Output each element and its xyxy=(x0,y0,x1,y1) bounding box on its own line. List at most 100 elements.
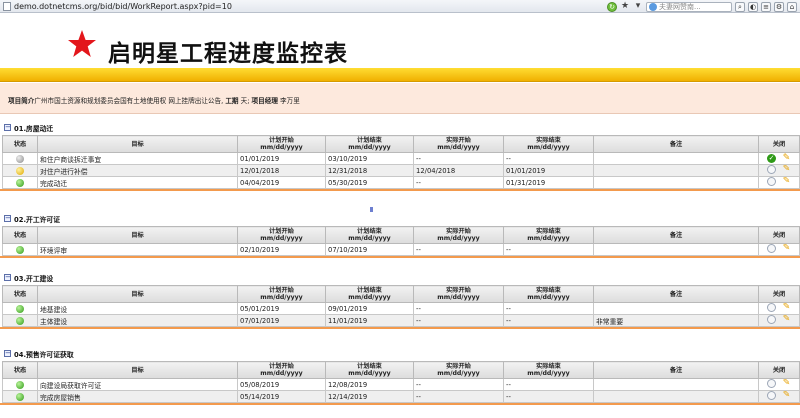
check-icon[interactable]: ✓ xyxy=(767,154,776,163)
status-green-icon xyxy=(16,304,24,313)
address-bar[interactable]: demo.dotnetcms.org/bid/bid/WorkReport.as… xyxy=(3,1,232,11)
edit-pencil-icon[interactable]: ✎ xyxy=(782,178,791,187)
collapse-toggle-icon[interactable]: − xyxy=(4,124,11,131)
section-separator xyxy=(0,189,800,191)
col-plan-start: 计划开始 mm/dd/yyyy xyxy=(237,361,326,379)
close-cell: ✎ xyxy=(758,302,800,315)
status-cell xyxy=(2,164,38,177)
edit-pencil-icon[interactable]: ✎ xyxy=(782,380,791,389)
edit-pencil-icon[interactable]: ✎ xyxy=(782,392,791,401)
collapse-toggle-icon[interactable]: − xyxy=(4,215,11,222)
col-plan-start-label: 计划开始 xyxy=(269,287,294,294)
close-circle-icon[interactable] xyxy=(767,303,776,312)
plan-end-cell: 12/31/2018 xyxy=(325,164,414,177)
search-engine-icon xyxy=(649,2,657,11)
col-close: 关闭 xyxy=(758,285,800,303)
duration-label: 工期 xyxy=(225,97,239,105)
address-url[interactable]: demo.dotnetcms.org/bid/bid/WorkReport.as… xyxy=(14,2,232,11)
date-format-label: mm/dd/yyyy xyxy=(260,294,303,301)
col-actual-start: 实际开始 mm/dd/yyyy xyxy=(413,285,504,303)
section-separator xyxy=(0,256,800,258)
edit-pencil-icon[interactable]: ✎ xyxy=(782,154,791,163)
edit-pencil-icon[interactable]: ✎ xyxy=(782,166,791,175)
page-header: 启明星工程进度监控表 xyxy=(0,13,800,68)
col-actual-start: 实际开始 mm/dd/yyyy xyxy=(413,226,504,244)
search-placeholder: 夫妻网赞南... xyxy=(659,2,701,11)
close-circle-icon[interactable] xyxy=(767,379,776,388)
close-cell: ✎ xyxy=(758,390,800,403)
close-circle-icon[interactable] xyxy=(767,315,776,324)
col-status: 状态 xyxy=(2,285,38,303)
close-circle-icon[interactable] xyxy=(767,177,776,186)
home-icon[interactable]: ⌂ xyxy=(787,1,797,12)
col-close: 关闭 xyxy=(758,135,800,153)
edit-pencil-icon[interactable]: ✎ xyxy=(782,245,791,254)
manager-value: 李万里 xyxy=(280,97,300,105)
date-format-label: mm/dd/yyyy xyxy=(348,370,391,377)
table-row: 和住户商谈拆迁事宜 01/01/2019 03/10/2019 -- -- ✓ ✎ xyxy=(2,152,800,165)
browser-toolbar: demo.dotnetcms.org/bid/bid/WorkReport.as… xyxy=(0,0,800,13)
duration-value: 天; xyxy=(240,97,250,105)
date-format-label: mm/dd/yyyy xyxy=(437,294,480,301)
actual-end-cell: -- xyxy=(503,243,594,256)
col-target: 目标 xyxy=(37,361,238,379)
close-cell: ✎ xyxy=(758,314,800,327)
target-cell: 环境评审 xyxy=(37,243,238,256)
extension-icon[interactable]: ◐ xyxy=(748,1,758,12)
date-format-label: mm/dd/yyyy xyxy=(260,144,303,151)
settings-icon[interactable]: ⚙ xyxy=(774,1,784,12)
search-input[interactable]: 夫妻网赞南... xyxy=(646,1,732,12)
milestone-table: 状态 目标 计划开始 mm/dd/yyyy 计划结束 mm/dd/yyyy 实际开始 mm/d… xyxy=(2,226,800,256)
close-cell: ✎ xyxy=(758,164,800,177)
actual-end-cell: 01/31/2019 xyxy=(503,176,594,189)
plan-end-cell: 12/08/2019 xyxy=(325,378,414,391)
chevron-down-icon[interactable]: ▾ xyxy=(633,1,643,12)
table-row: 对住户进行补偿 12/01/2018 12/31/2018 12/04/2018 01/… xyxy=(2,164,800,177)
date-format-label: mm/dd/yyyy xyxy=(437,144,480,151)
milestone-table: 状态 目标 计划开始 mm/dd/yyyy 计划结束 mm/dd/yyyy 实际开始 mm/d… xyxy=(2,285,800,327)
table-header-row: 状态 目标 计划开始 mm/dd/yyyy 计划结束 mm/dd/yyyy 实际开始 mm/d… xyxy=(2,361,800,379)
close-circle-icon[interactable] xyxy=(767,244,776,253)
actual-start-cell: -- xyxy=(413,390,504,403)
section-header: −04.预售许可证获取 xyxy=(0,346,800,361)
section-title: 02.开工许可证 xyxy=(14,215,61,224)
col-status: 状态 xyxy=(2,226,38,244)
section-header: −02.开工许可证 xyxy=(0,211,800,226)
date-format-label: mm/dd/yyyy xyxy=(348,235,391,242)
col-target: 目标 xyxy=(37,226,238,244)
col-plan-end-label: 计划结束 xyxy=(357,363,382,370)
date-format-label: mm/dd/yyyy xyxy=(527,235,570,242)
close-circle-icon[interactable] xyxy=(767,165,776,174)
actual-end-cell: -- xyxy=(503,314,594,327)
actual-start-cell: -- xyxy=(413,243,504,256)
table-row: 完成房屋销售 05/14/2019 12/14/2019 -- -- ✎ xyxy=(2,390,800,403)
target-cell: 对住户进行补偿 xyxy=(37,164,238,177)
col-actual-end-label: 实际结束 xyxy=(536,363,561,370)
col-actual-start-label: 实际开始 xyxy=(446,228,471,235)
actual-end-cell: -- xyxy=(503,302,594,315)
col-actual-start-label: 实际开始 xyxy=(446,137,471,144)
col-target: 目标 xyxy=(37,285,238,303)
collapse-toggle-icon[interactable]: − xyxy=(4,274,11,281)
plan-end-cell: 03/10/2019 xyxy=(325,152,414,165)
close-circle-icon[interactable] xyxy=(767,391,776,400)
note-cell xyxy=(593,243,759,256)
edit-pencil-icon[interactable]: ✎ xyxy=(782,316,791,325)
edit-pencil-icon[interactable]: ✎ xyxy=(782,304,791,313)
col-note: 备注 xyxy=(593,361,759,379)
table-row: 向建设局获取许可证 05/08/2019 12/08/2019 -- -- ✎ xyxy=(2,378,800,391)
col-close: 关闭 xyxy=(758,361,800,379)
col-plan-end-label: 计划结束 xyxy=(357,287,382,294)
collapse-toggle-icon[interactable]: − xyxy=(4,350,11,357)
magnifier-icon[interactable]: ⌕ xyxy=(735,1,745,12)
menu-icon[interactable]: ≡ xyxy=(761,1,771,12)
plan-end-cell: 11/01/2019 xyxy=(325,314,414,327)
plan-start-cell: 07/01/2019 xyxy=(237,314,326,327)
plan-start-cell: 01/01/2019 xyxy=(237,152,326,165)
section-title: 01.房屋动迁 xyxy=(14,124,54,133)
target-cell: 完成动迁 xyxy=(37,176,238,189)
table-header-row: 状态 目标 计划开始 mm/dd/yyyy 计划结束 mm/dd/yyyy 实际开始 mm/d… xyxy=(2,226,800,244)
star-icon[interactable]: ★ xyxy=(620,1,630,12)
date-format-label: mm/dd/yyyy xyxy=(348,294,391,301)
refresh-icon[interactable]: ↻ xyxy=(607,1,617,12)
